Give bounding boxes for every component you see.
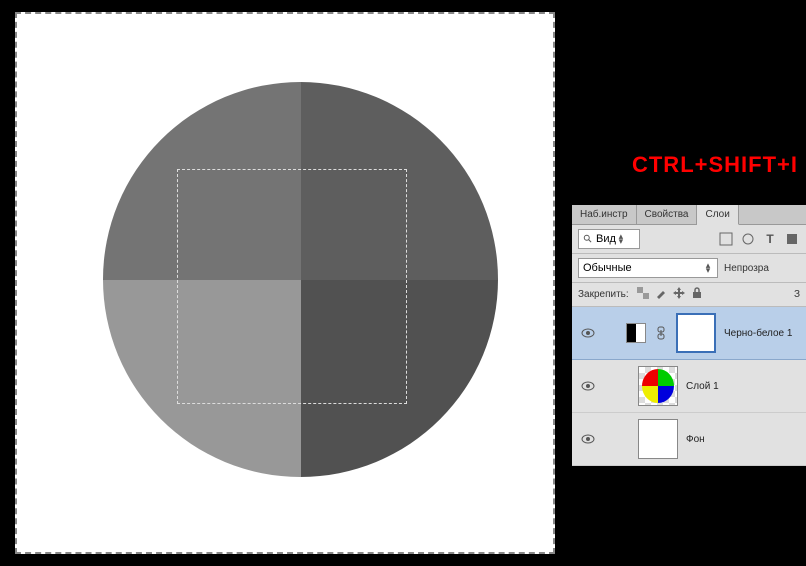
lock-row: Закрепить: З <box>572 283 806 307</box>
lock-icons <box>637 287 703 302</box>
layer-name[interactable]: Черно-белое 1 <box>724 328 792 339</box>
filter-type-select[interactable]: Вид ▴▾ <box>578 229 640 249</box>
blend-mode-row: Обычные ▴▾ Непрозра <box>572 254 806 283</box>
tab-navigator[interactable]: Наб.инстр <box>572 205 637 224</box>
adjustment-thumb[interactable] <box>626 323 646 343</box>
lock-brush-icon[interactable] <box>655 287 667 302</box>
marquee-selection[interactable] <box>177 169 407 404</box>
fill-label: З <box>794 289 800 300</box>
blend-mode-value: Обычные <box>583 262 632 274</box>
filter-type-icon[interactable]: T <box>762 231 778 247</box>
link-icon[interactable] <box>654 326 668 340</box>
tab-layers[interactable]: Слои <box>697 205 738 225</box>
layer-row-background[interactable]: Фон <box>572 413 806 466</box>
tab-properties[interactable]: Свойства <box>637 205 698 224</box>
layer-thumb[interactable] <box>638 419 678 459</box>
shortcut-label: CTRL+SHIFT+I <box>632 152 798 178</box>
visibility-toggle[interactable] <box>578 381 598 391</box>
layer-list: Черно-белое 1 Слой 1 Фон <box>572 307 806 466</box>
layer-row-adjustment[interactable]: Черно-белое 1 <box>572 307 806 360</box>
layers-panel: Наб.инстр Свойства Слои Вид ▴▾ T Обычные… <box>572 205 806 466</box>
mask-thumb[interactable] <box>676 313 716 353</box>
lock-all-icon[interactable] <box>691 287 703 302</box>
filter-pixel-icon[interactable] <box>718 231 734 247</box>
layer-thumb-art <box>642 369 674 403</box>
lock-transparency-icon[interactable] <box>637 287 649 302</box>
filter-shape-icon[interactable] <box>784 231 800 247</box>
layer-name[interactable]: Фон <box>686 434 705 445</box>
lock-label: Закрепить: <box>578 289 629 300</box>
blend-mode-select[interactable]: Обычные ▴▾ <box>578 258 718 278</box>
visibility-toggle[interactable] <box>578 328 598 338</box>
filter-label: Вид <box>596 233 616 245</box>
filter-adjust-icon[interactable] <box>740 231 756 247</box>
lock-move-icon[interactable] <box>673 287 685 302</box>
panel-tabs: Наб.инстр Свойства Слои <box>572 205 806 225</box>
layer-filter-toolbar: Вид ▴▾ T <box>572 225 806 254</box>
canvas-selection-area[interactable] <box>15 12 555 554</box>
dropdown-arrows-icon: ▴▾ <box>703 263 713 273</box>
layer-thumb[interactable] <box>638 366 678 406</box>
layer-name[interactable]: Слой 1 <box>686 381 719 392</box>
layer-row-content[interactable]: Слой 1 <box>572 360 806 413</box>
opacity-label: Непрозра <box>724 263 769 274</box>
search-icon <box>583 234 593 244</box>
visibility-toggle[interactable] <box>578 434 598 444</box>
filter-icons: T <box>718 231 800 247</box>
dropdown-arrows-icon: ▴▾ <box>616 234 626 244</box>
